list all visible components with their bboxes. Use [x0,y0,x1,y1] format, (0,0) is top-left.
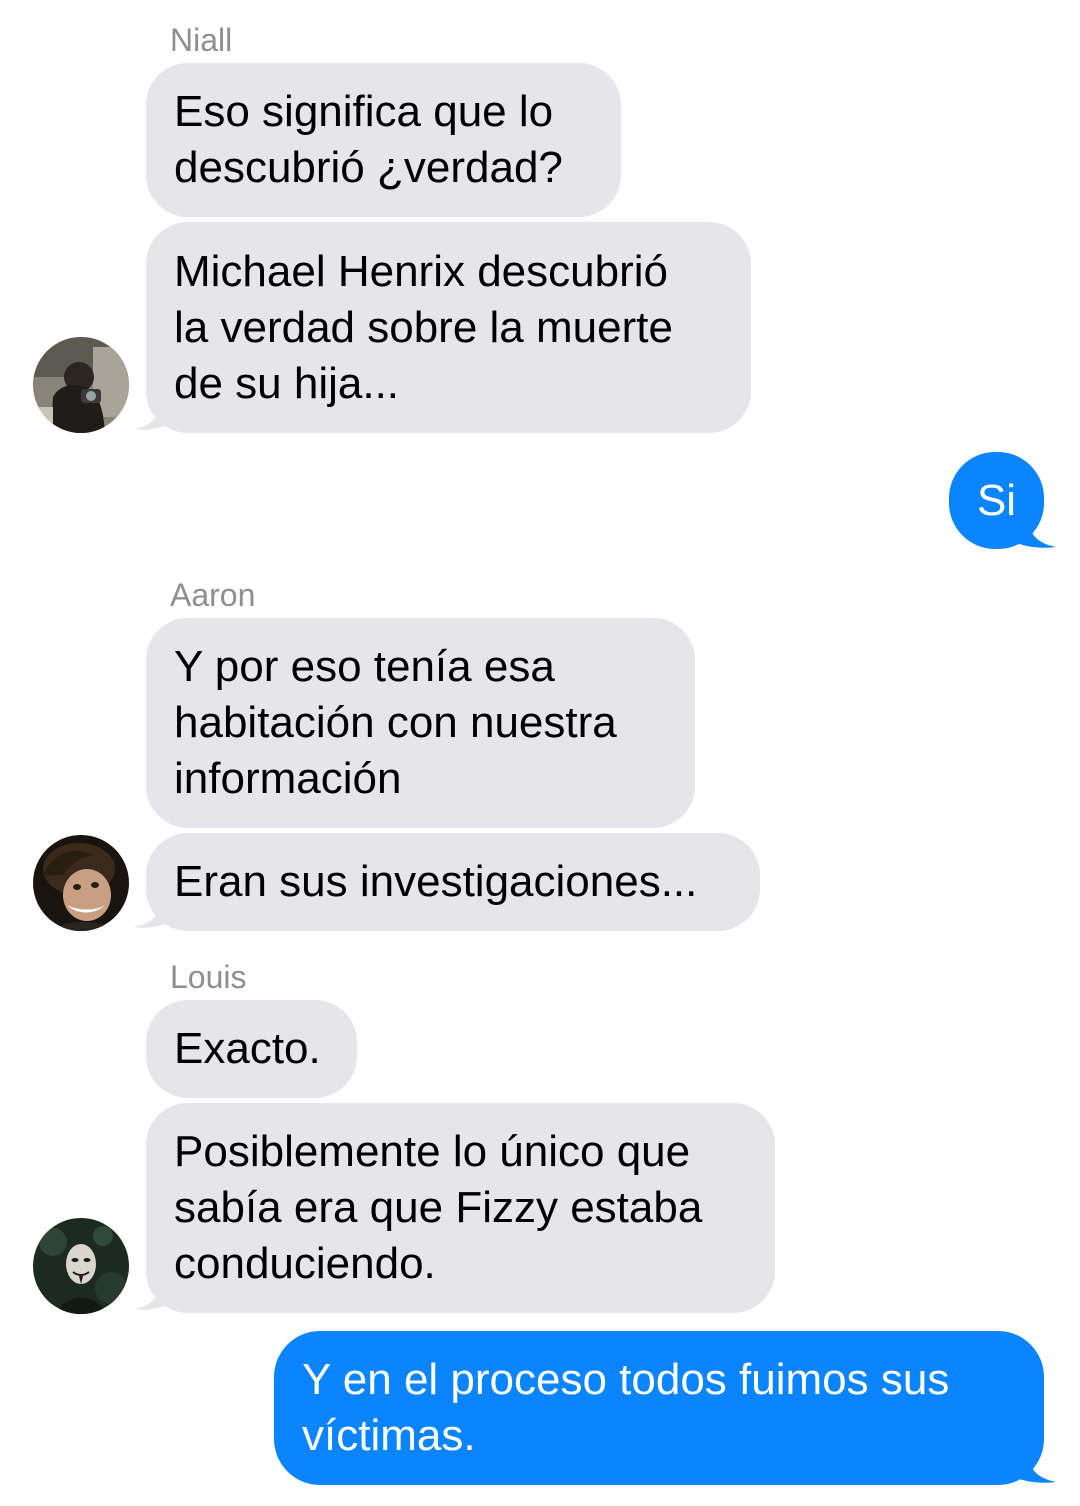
message-text: Eso significa que lo descubrió ¿verdad? [174,87,563,192]
message-bubble-incoming[interactable]: Posiblemente lo único que sabía era que … [146,1103,775,1313]
bubble-tail-incoming [134,1277,172,1310]
message-bubble-incoming[interactable]: Y por eso tenía esa habitación con nuest… [146,618,695,828]
sender-name-niall: Niall [170,22,233,58]
message-bubble-incoming[interactable]: Michael Henrix descubrió la verdad sobre… [146,222,751,433]
message-text: Exacto. [174,1024,321,1073]
message-bubble-incoming[interactable]: Eso significa que lo descubrió ¿verdad? [146,63,621,217]
contact-photo-icon [33,1218,129,1314]
bubble-tail-outgoing [1012,515,1056,548]
contact-photo-icon [33,835,129,931]
message-text: Posiblemente lo único que sabía era que … [174,1127,703,1288]
message-text: Eran sus investigaciones... [174,857,698,906]
message-text: Y por eso tenía esa habitación con nuest… [174,642,617,803]
avatar-niall[interactable] [33,337,129,433]
sender-name-aaron: Aaron [170,577,256,613]
message-bubble-outgoing[interactable]: Y en el proceso todos fuimos sus víctima… [274,1331,1044,1485]
avatar-aaron[interactable] [33,835,129,931]
bubble-tail-incoming [134,397,172,430]
message-bubble-incoming[interactable]: Exacto. [146,1000,357,1098]
bubble-tail-incoming [134,895,172,928]
contact-photo-icon [33,337,129,433]
avatar-louis[interactable] [33,1218,129,1314]
message-bubble-incoming[interactable]: Eran sus investigaciones... [146,833,760,931]
message-text: Michael Henrix descubrió la verdad sobre… [174,246,673,408]
message-text: Y en el proceso todos fuimos sus víctima… [302,1355,950,1460]
message-text: Si [976,475,1017,525]
bubble-tail-outgoing [1012,1450,1056,1483]
sender-name-louis: Louis [170,959,247,995]
